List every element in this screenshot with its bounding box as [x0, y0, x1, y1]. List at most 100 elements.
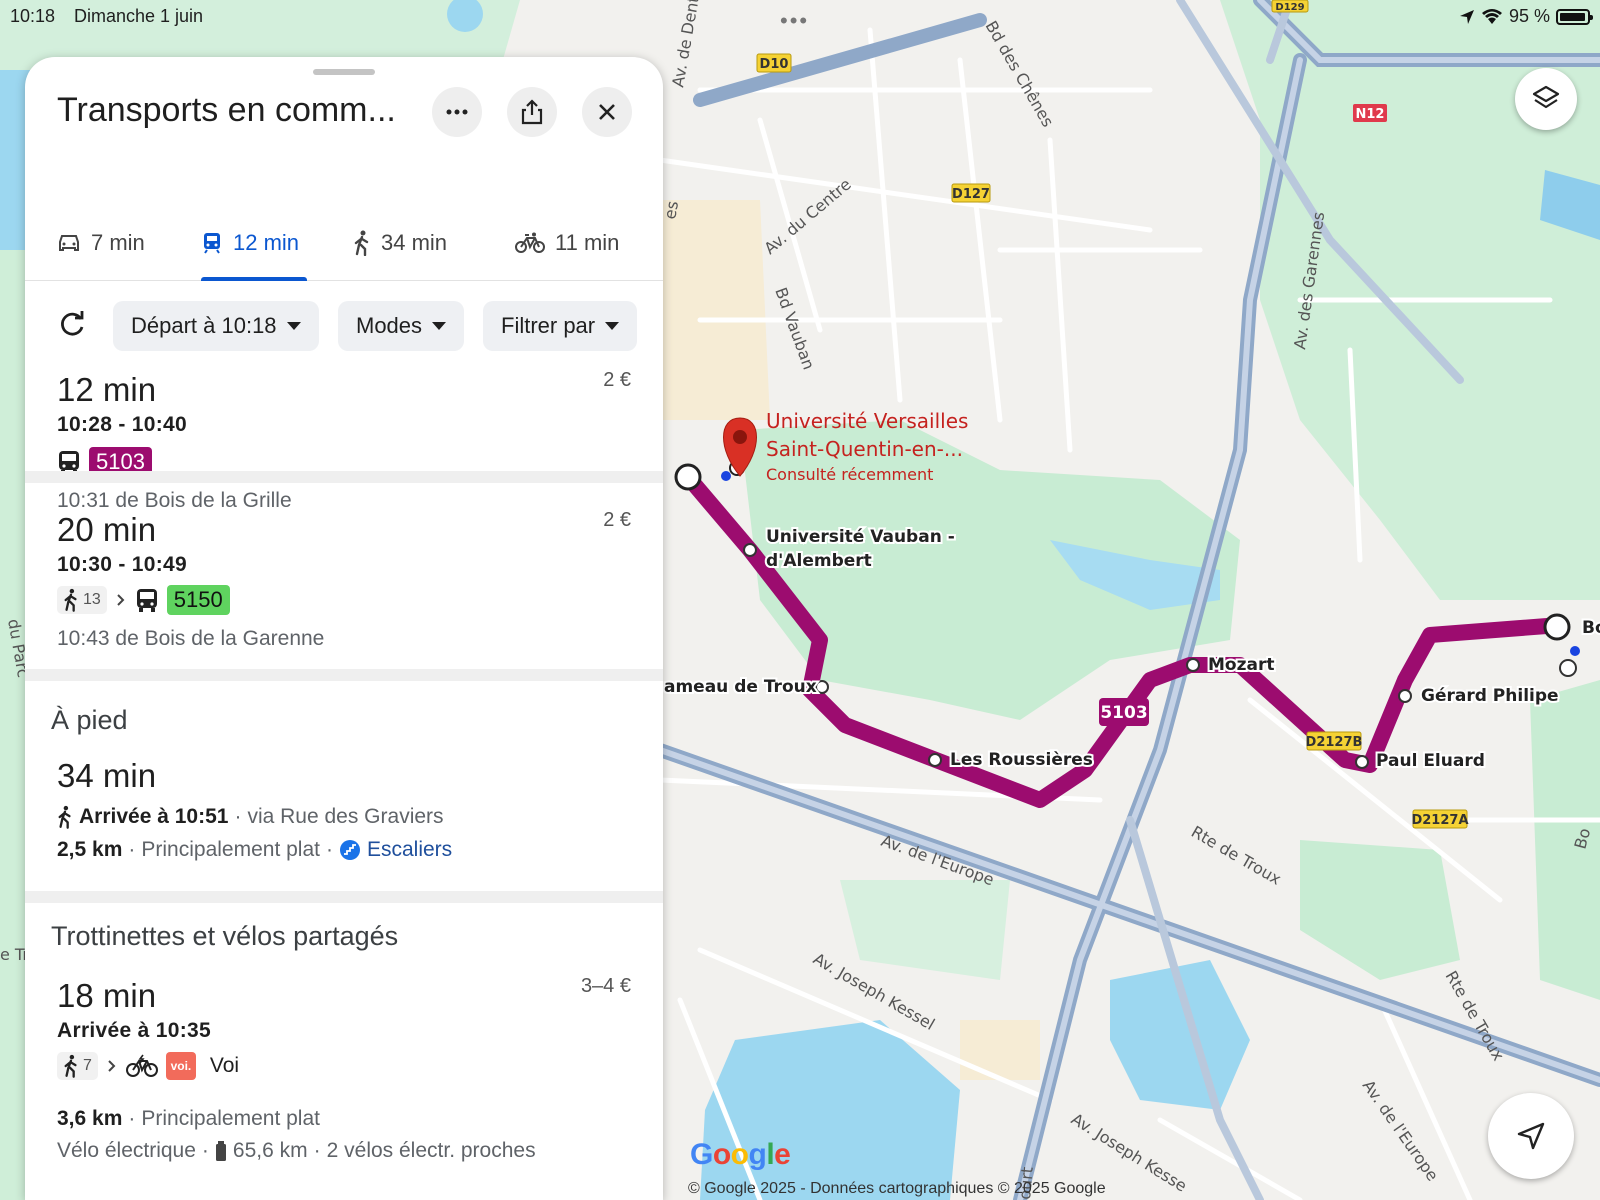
more-horizontal-icon — [446, 109, 468, 115]
shared-duration: 18 min — [57, 977, 157, 1014]
route-legs: 13 5150 — [57, 585, 230, 615]
shared-vehicle: Vélo électrique — [57, 1139, 196, 1162]
walk-icon — [58, 805, 71, 829]
electric-bike-icon — [125, 1054, 158, 1077]
walking-arrival: Arrivée à 10:51 — [79, 805, 229, 828]
battery-icon — [215, 1141, 226, 1161]
stairs-icon — [339, 840, 360, 860]
route-times: 10:30 - 10:49 — [57, 553, 187, 576]
transit-stop — [815, 680, 829, 694]
walk-icon — [354, 230, 369, 256]
directions-panel: Transports en comm... 7 min 12 min 34 mi… — [25, 57, 663, 1200]
walking-via: via Rue des Graviers — [247, 805, 444, 828]
active-tab-indicator — [201, 277, 307, 281]
road-shield: N12 — [1356, 107, 1385, 122]
tab-cycling[interactable]: 11 min — [515, 221, 619, 265]
panel-grabber[interactable] — [313, 69, 375, 75]
transit-stop — [1186, 658, 1200, 672]
walk-icon — [64, 1054, 77, 1078]
status-time: 10:18 — [10, 6, 56, 26]
walking-option[interactable]: À pied 34 min Arrivée à 10:51 · via Rue … — [25, 681, 663, 891]
shared-operator: Voi — [209, 1054, 240, 1077]
route-start-marker — [674, 463, 702, 491]
transit-stop — [928, 753, 942, 767]
destination-note: Consulté récemment — [766, 465, 933, 484]
shared-legs: 7 voi. Voi — [57, 1052, 239, 1080]
bus-line-badge: 5150 — [166, 585, 230, 615]
train-icon — [204, 233, 220, 254]
route-price: 2 € — [603, 509, 631, 531]
road-shield: D2127A — [1411, 813, 1468, 828]
street-label: es — [660, 199, 682, 220]
walk-minutes: 13 — [83, 591, 101, 608]
panel-title: Transports en comm... — [57, 91, 396, 129]
walk-leg: 13 — [57, 586, 107, 614]
walking-details-row: 2,5 km · Principalement plat · Escaliers — [57, 838, 453, 861]
shared-arrival: Arrivée à 10:35 — [57, 1019, 211, 1042]
close-button[interactable] — [582, 87, 632, 137]
voi-logo: voi. — [165, 1052, 196, 1080]
park-area — [0, 250, 25, 1200]
stop-label: Université Vauban - — [766, 527, 955, 547]
share-button[interactable] — [507, 87, 557, 137]
destination-name-2: Saint-Quentin-en-... — [766, 437, 963, 461]
map-attribution[interactable]: © Google 2025 - Données cartographiques … — [688, 1180, 1106, 1198]
stop-label: ameau de Troux — [664, 677, 817, 697]
route-duration: 20 min — [57, 511, 157, 548]
route-times: 10:28 - 10:40 — [57, 413, 187, 436]
battery-icon — [1556, 8, 1593, 25]
route-option-2[interactable]: 20 min 2 € 10:30 - 10:49 13 5150 10:43 d… — [25, 483, 663, 683]
status-indicators: 95 % — [1459, 6, 1593, 27]
more-options-button[interactable] — [432, 87, 482, 137]
tab-label: 11 min — [555, 230, 620, 255]
route-price: 2 € — [603, 369, 631, 391]
car-icon — [59, 235, 79, 251]
walking-duration: 34 min — [57, 757, 157, 794]
shared-price: 3–4 € — [580, 975, 631, 997]
transit-stop — [743, 543, 757, 557]
wifi-icon — [1481, 8, 1502, 24]
route-departure-info: 10:43 de Bois de la Garenne — [57, 627, 325, 650]
status-date: Dimanche 1 juin — [74, 6, 204, 26]
shared-vehicle-row: Vélo électrique · 65,6 km · 2 vélos élec… — [57, 1139, 536, 1162]
my-location-button[interactable] — [1488, 1093, 1574, 1179]
walking-terrain: Principalement plat — [141, 838, 320, 861]
battery-percent: 95 % — [1508, 6, 1550, 26]
shared-distance-row: 3,6 km · Principalement plat — [57, 1107, 320, 1130]
google-logo: Google — [690, 1138, 791, 1171]
transit-stop — [1355, 755, 1369, 769]
shared-terrain: Principalement plat — [141, 1107, 320, 1130]
walk-minutes: 7 — [83, 1057, 92, 1074]
stop-label: Bo — [1582, 618, 1600, 638]
map-layers-button[interactable] — [1515, 68, 1577, 130]
stop-label: Mozart — [1208, 655, 1274, 675]
status-bar: 10:18 Dimanche 1 juin 95 % — [0, 0, 1600, 32]
stop-label: d'Alembert — [766, 551, 872, 571]
tab-label: 12 min — [233, 230, 300, 255]
chevron-right-icon — [108, 1060, 116, 1072]
transit-stop — [1398, 689, 1412, 703]
divider — [25, 669, 663, 681]
tab-walking[interactable]: 34 min — [353, 221, 447, 265]
tab-driving[interactable]: 7 min — [57, 221, 145, 265]
shared-mobility-option[interactable]: Trottinettes et vélos partagés 18 min 3–… — [25, 903, 663, 1200]
stop-label: Paul Eluard — [1376, 751, 1485, 771]
shared-nearby: 2 vélos électr. proches — [326, 1139, 536, 1162]
road-shield: D10 — [760, 57, 789, 72]
navigation-arrow-icon — [1517, 1122, 1545, 1150]
campus-area — [960, 1020, 1040, 1080]
share-icon — [521, 99, 543, 125]
tab-label: 34 min — [381, 230, 448, 255]
bus-icon — [136, 589, 157, 612]
shared-distance: 3,6 km — [57, 1107, 123, 1130]
close-icon — [599, 104, 615, 120]
road-shield: D2127B — [1306, 735, 1363, 750]
route-duration: 12 min — [57, 371, 157, 408]
chevron-right-icon — [117, 594, 125, 606]
route-end-marker — [1543, 613, 1571, 641]
location-arrow-icon — [1459, 9, 1474, 24]
bike-icon — [515, 232, 545, 253]
tab-transit[interactable]: 12 min — [201, 221, 299, 265]
walk-leg: 7 — [57, 1052, 98, 1080]
tab-label: 7 min — [91, 230, 145, 255]
